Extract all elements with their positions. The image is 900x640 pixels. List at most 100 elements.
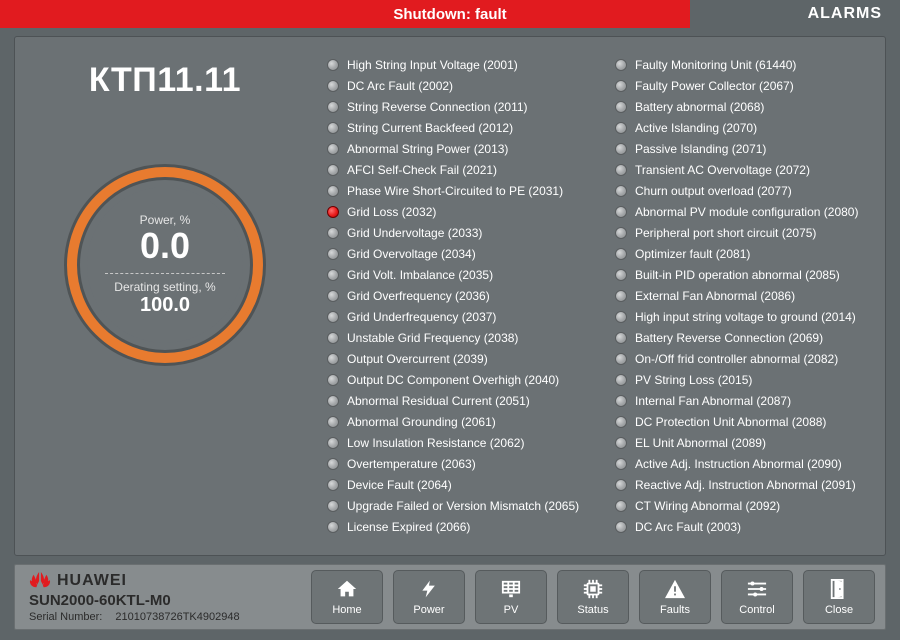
home-icon (336, 578, 358, 600)
alarm-label: High String Input Voltage (2001) (347, 57, 518, 73)
alarm-label: Optimizer fault (2081) (635, 246, 750, 262)
alarm-label: Output DC Component Overhigh (2040) (347, 372, 559, 388)
alarm-label: Faulty Monitoring Unit (61440) (635, 57, 796, 73)
alarm-item: Battery Reverse Connection (2069) (615, 330, 873, 346)
bolt-icon (418, 578, 440, 600)
alarms-column-1: High String Input Voltage (2001) DC Arc F… (327, 57, 585, 545)
huawei-logo-icon (29, 572, 51, 590)
alarm-item: Grid Overvoltage (2034) (327, 246, 585, 262)
alarm-item: High input string voltage to ground (201… (615, 309, 873, 325)
alarm-indicator-icon (615, 311, 627, 323)
alarm-item: License Expired (2066) (327, 519, 585, 535)
alarm-label: Grid Undervoltage (2033) (347, 225, 482, 241)
alarm-indicator-icon (327, 80, 339, 92)
alarm-label: Built-in PID operation abnormal (2085) (635, 267, 840, 283)
alarm-item: Abnormal Residual Current (2051) (327, 393, 585, 409)
alarm-indicator-icon (615, 332, 627, 344)
alarm-item: Upgrade Failed or Version Mismatch (2065… (327, 498, 585, 514)
alarm-item: Grid Volt. Imbalance (2035) (327, 267, 585, 283)
alarm-label: Transient AC Overvoltage (2072) (635, 162, 810, 178)
alarm-label: Upgrade Failed or Version Mismatch (2065… (347, 498, 579, 514)
alarm-item: External Fan Abnormal (2086) (615, 288, 873, 304)
home-button[interactable]: Home (311, 570, 383, 624)
alarm-indicator-icon (615, 101, 627, 113)
alarm-indicator-icon (327, 521, 339, 533)
alarm-label: Battery Reverse Connection (2069) (635, 330, 823, 346)
alarm-indicator-icon (327, 206, 339, 218)
alarm-indicator-icon (615, 500, 627, 512)
brand-name: HUAWEI (57, 572, 127, 590)
alarm-label: Grid Overfrequency (2036) (347, 288, 490, 304)
alarm-label: DC Arc Fault (2003) (635, 519, 741, 535)
alarm-label: Passive Islanding (2071) (635, 141, 766, 157)
alarm-indicator-icon (615, 521, 627, 533)
alarm-label: Churn output overload (2077) (635, 183, 792, 199)
alarm-indicator-icon (615, 80, 627, 92)
alarm-label: Low Insulation Resistance (2062) (347, 435, 524, 451)
alarm-item: Abnormal Grounding (2061) (327, 414, 585, 430)
alarm-item: Phase Wire Short-Circuited to PE (2031) (327, 183, 585, 199)
alarm-indicator-icon (615, 458, 627, 470)
alarm-label: Device Fault (2064) (347, 477, 452, 493)
alarm-indicator-icon (615, 59, 627, 71)
derating-label: Derating setting, % (114, 280, 215, 294)
alarm-item: DC Protection Unit Abnormal (2088) (615, 414, 873, 430)
alarm-item: Internal Fan Abnormal (2087) (615, 393, 873, 409)
alarm-indicator-icon (327, 332, 339, 344)
alarm-label: Grid Loss (2032) (347, 204, 436, 220)
alarm-indicator-icon (615, 143, 627, 155)
alarm-item: Output DC Component Overhigh (2040) (327, 372, 585, 388)
faults-button[interactable]: Faults (639, 570, 711, 624)
control-button[interactable]: Control (721, 570, 793, 624)
alarm-label: PV String Loss (2015) (635, 372, 752, 388)
alarm-label: String Reverse Connection (2011) (347, 99, 528, 115)
alarm-item: Churn output overload (2077) (615, 183, 873, 199)
alarm-indicator-icon (615, 248, 627, 260)
alarm-indicator-icon (327, 374, 339, 386)
alarm-label: Reactive Adj. Instruction Abnormal (2091… (635, 477, 856, 493)
serial-label: Serial Number: (29, 611, 102, 623)
alarm-item: Grid Underfrequency (2037) (327, 309, 585, 325)
alarm-indicator-icon (327, 458, 339, 470)
chip-icon (582, 578, 604, 600)
alarm-item: Grid Undervoltage (2033) (327, 225, 585, 241)
alarm-item: Optimizer fault (2081) (615, 246, 873, 262)
alarm-item: Unstable Grid Frequency (2038) (327, 330, 585, 346)
alarm-indicator-icon (615, 164, 627, 176)
alarm-indicator-icon (327, 248, 339, 260)
alarm-indicator-icon (327, 353, 339, 365)
alarm-indicator-icon (615, 227, 627, 239)
alarm-label: String Current Backfeed (2012) (347, 120, 513, 136)
power-button[interactable]: Power (393, 570, 465, 624)
power-value: 0.0 (140, 227, 190, 265)
alarm-item: Peripheral port short circuit (2075) (615, 225, 873, 241)
alarm-indicator-icon (327, 311, 339, 323)
alarm-item: Built-in PID operation abnormal (2085) (615, 267, 873, 283)
alarms-list: High String Input Voltage (2001) DC Arc F… (315, 37, 885, 555)
footer-bar: HUAWEI SUN2000-60KTL-M0 Serial Number: 2… (14, 564, 886, 630)
close-button[interactable]: Close (803, 570, 875, 624)
alarm-label: DC Arc Fault (2002) (347, 78, 453, 94)
pv-button[interactable]: PV (475, 570, 547, 624)
warning-icon (664, 578, 686, 600)
main-panel: КТП11.11 Power, % 0.0 Derating setting, … (14, 36, 886, 556)
alarm-item: DC Arc Fault (2003) (615, 519, 873, 535)
alarms-column-2: Faulty Monitoring Unit (61440) Faulty Pow… (615, 57, 873, 545)
alarm-item: Faulty Power Collector (2067) (615, 78, 873, 94)
alarm-label: External Fan Abnormal (2086) (635, 288, 795, 304)
alarm-indicator-icon (327, 164, 339, 176)
alarm-item: Output Overcurrent (2039) (327, 351, 585, 367)
alarm-label: Abnormal Grounding (2061) (347, 414, 496, 430)
alarm-indicator-icon (615, 269, 627, 281)
home-label: Home (332, 604, 361, 616)
status-button[interactable]: Status (557, 570, 629, 624)
alarm-label: License Expired (2066) (347, 519, 470, 535)
control-label: Control (739, 604, 774, 616)
alarm-indicator-icon (327, 395, 339, 407)
alarm-label: Overtemperature (2063) (347, 456, 476, 472)
sliders-icon (746, 578, 768, 600)
alarm-item: Faulty Monitoring Unit (61440) (615, 57, 873, 73)
alarm-indicator-icon (327, 59, 339, 71)
alarm-item: Overtemperature (2063) (327, 456, 585, 472)
alarm-item: Transient AC Overvoltage (2072) (615, 162, 873, 178)
